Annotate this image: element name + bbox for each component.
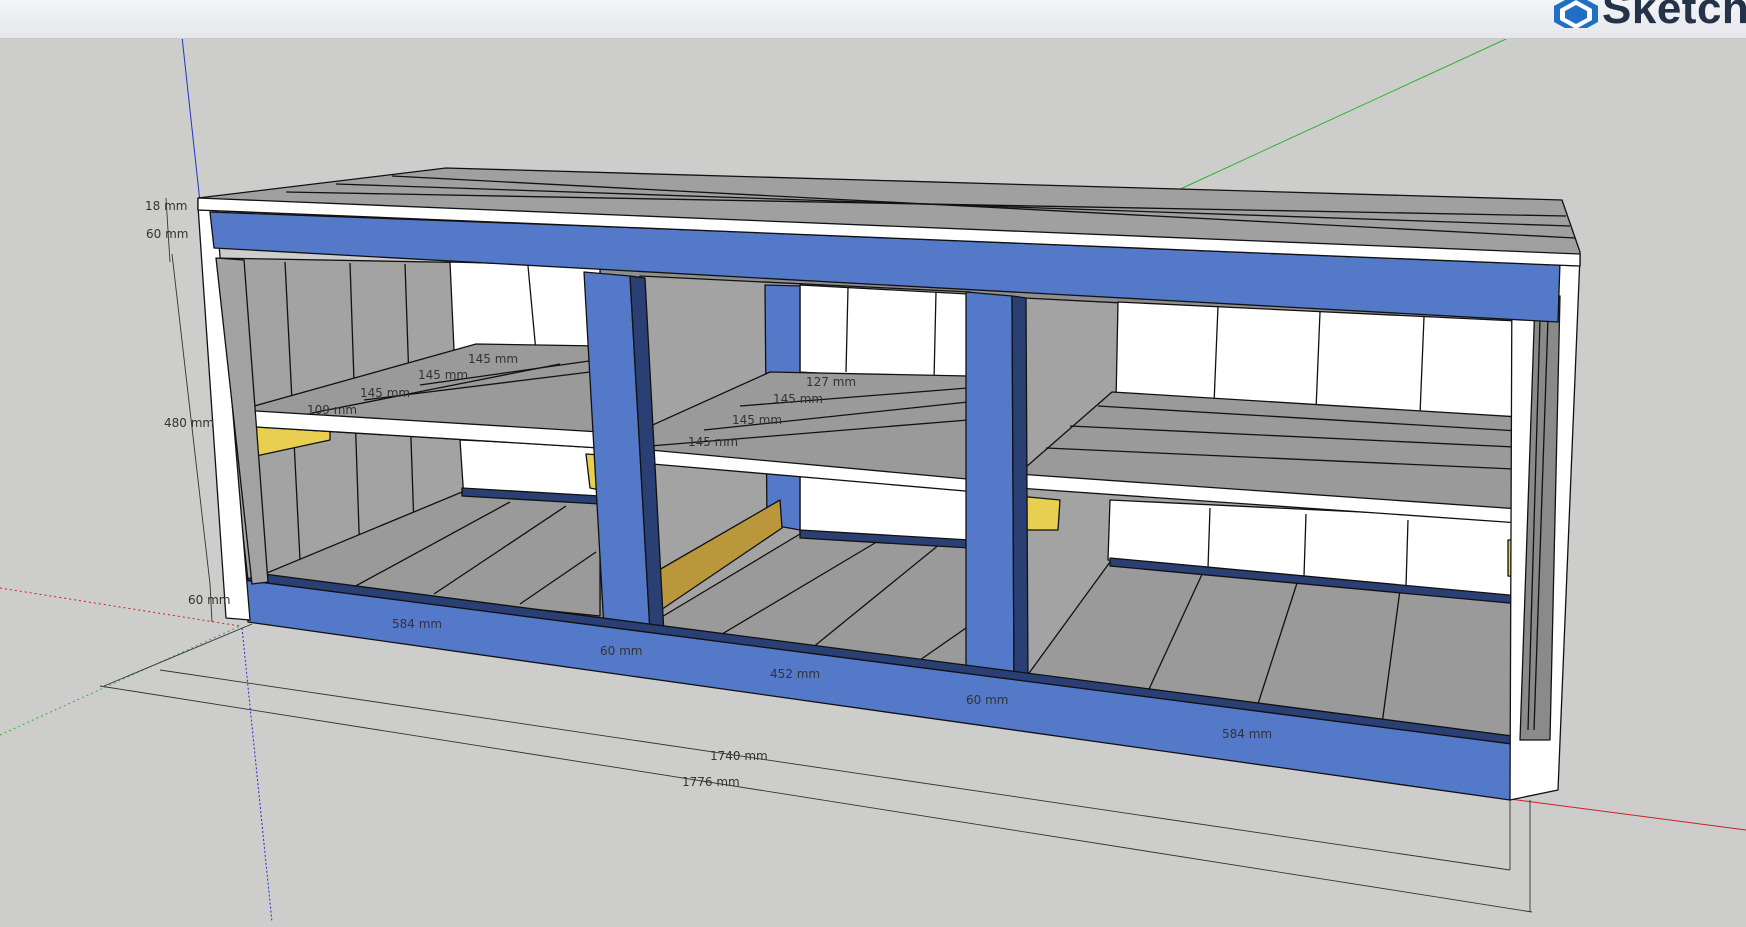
dim-post-right: 60 mm — [966, 693, 1008, 707]
dim-left-shelf-3: 145 mm — [360, 386, 410, 400]
dim-middle-shelf-4: 145 mm — [688, 435, 738, 449]
cabinet-model[interactable] — [197, 167, 1581, 801]
blue-axis-dotted — [241, 627, 273, 923]
red-axis — [1509, 798, 1746, 831]
back-window-middle — [799, 284, 969, 383]
dim-bottom-rail: 60 mm — [188, 593, 230, 607]
dim-bay-right: 584 mm — [1222, 727, 1272, 741]
green-axis-dotted — [0, 625, 241, 736]
dim-post-left: 60 mm — [600, 644, 642, 658]
dim-side-height: 480 mm — [164, 416, 214, 430]
dim-bay-left: 584 mm — [392, 617, 442, 631]
dim-left-shelf-2: 145 mm — [418, 368, 468, 382]
dim-top-thickness: 18 mm — [145, 199, 187, 213]
post-right-side — [1011, 295, 1029, 687]
dim-left-shelf-1: 145 mm — [468, 352, 518, 366]
post-right — [965, 291, 1015, 685]
dim-overall-length: 1776 mm — [682, 775, 740, 789]
dim-inner-length: 1740 mm — [710, 749, 768, 763]
brand: Sketch — [1546, 0, 1746, 38]
blue-axis — [177, 0, 201, 203]
dim-middle-shelf-1: 127 mm — [806, 375, 856, 389]
dim-top-rail: 60 mm — [146, 227, 188, 241]
dim-bay-middle: 452 mm — [770, 667, 820, 681]
dim-middle-shelf-3: 145 mm — [732, 413, 782, 427]
top-toolbar: Sketch — [0, 0, 1746, 39]
brand-name: Sketch — [1602, 0, 1746, 33]
sketchup-logo-icon — [1554, 0, 1598, 28]
dim-left-shelf-4: 109 mm — [307, 403, 357, 417]
green-axis — [1175, 38, 1507, 192]
dim-middle-shelf-2: 145 mm — [773, 392, 823, 406]
model-viewport[interactable]: 18 mm 60 mm 480 mm 60 mm 584 mm 60 mm 45… — [0, 0, 1746, 923]
